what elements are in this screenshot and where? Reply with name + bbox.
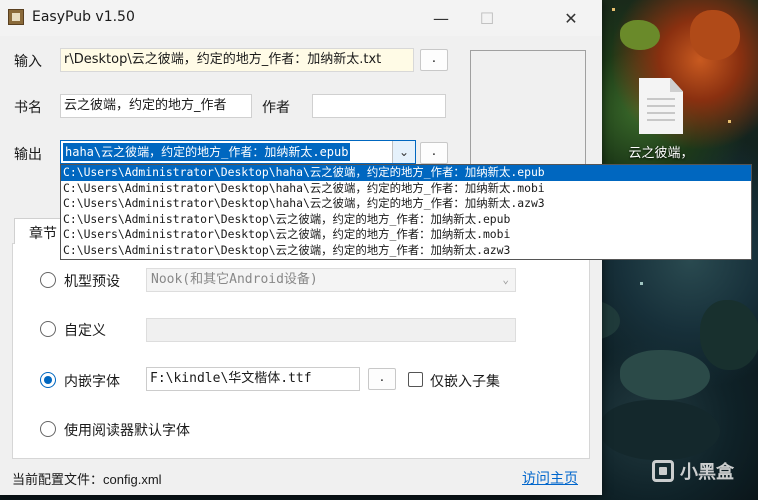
output-browse-button[interactable]: . (420, 142, 448, 164)
watermark-text: 小黑盒 (680, 462, 734, 483)
text-file-icon (639, 78, 683, 134)
custom-field[interactable] (146, 318, 516, 342)
close-button[interactable]: ✕ (548, 0, 594, 36)
window-title: EasyPub v1.50 (32, 9, 135, 25)
dropdown-item[interactable]: C:\Users\Administrator\Desktop\haha\云之彼端… (61, 196, 751, 212)
dropdown-item[interactable]: C:\Users\Administrator\Desktop\云之彼端，约定的地… (61, 212, 751, 228)
bg-leaf (620, 20, 660, 50)
output-combobox-value: haha\云之彼端，约定的地方_作者：加纳新太.epub (63, 143, 351, 161)
watermark-logo-icon (652, 460, 674, 482)
input-label: 输入 (14, 54, 42, 70)
watermark: 小黑盒 (652, 458, 734, 484)
device-preset-value: Nook(和其它Android设备) (151, 272, 318, 287)
embed-font-label: 内嵌字体 (64, 374, 120, 390)
config-value: config.xml (103, 472, 162, 487)
device-preset-label: 机型预设 (64, 274, 120, 290)
title-label: 书名 (14, 100, 42, 116)
title-field[interactable]: 云之彼端，约定的地方_作者 (60, 94, 252, 118)
embed-font-radio[interactable] (40, 372, 56, 388)
output-combobox[interactable]: haha\云之彼端，约定的地方_作者：加纳新太.epub ⌄ (60, 140, 416, 164)
app-icon (8, 9, 24, 25)
status-bar: 当前配置文件：config.xml (12, 469, 162, 488)
author-label: 作者 (262, 100, 290, 116)
dropdown-item[interactable]: C:\Users\Administrator\Desktop\haha\云之彼端… (61, 181, 751, 197)
input-path-value: r\Desktop\云之彼端，约定的地方_作者：加纳新太.txt (64, 52, 382, 67)
embed-font-field[interactable]: F:\kindle\华文楷体.ttf (146, 367, 360, 391)
device-preset-select[interactable]: Nook(和其它Android设备) ⌄ (146, 268, 516, 292)
desktop-file-icon[interactable]: 云之彼端， (616, 78, 706, 161)
custom-radio[interactable] (40, 321, 56, 337)
maximize-button[interactable]: ☐ (464, 0, 510, 36)
device-preset-radio[interactable] (40, 272, 56, 288)
output-dropdown-list: C:\Users\Administrator\Desktop\haha\云之彼端… (60, 164, 752, 260)
chevron-down-icon: ⌄ (502, 273, 509, 286)
output-label: 输出 (14, 147, 42, 163)
homepage-link[interactable]: 访问主页 (522, 468, 578, 488)
title-bar[interactable]: EasyPub v1.50 — ☐ ✕ (0, 0, 602, 36)
input-browse-button[interactable]: . (420, 49, 448, 71)
easypub-window: EasyPub v1.50 — ☐ ✕ 输入 r\Desktop\云之彼端，约定… (0, 0, 752, 495)
font-browse-button[interactable]: . (368, 368, 396, 390)
minimize-button[interactable]: — (418, 0, 464, 36)
desktop-file-label: 云之彼端， (628, 146, 694, 161)
dropdown-item[interactable]: C:\Users\Administrator\Desktop\云之彼端，约定的地… (61, 243, 751, 259)
chevron-down-icon[interactable]: ⌄ (392, 141, 415, 163)
bg-speck (640, 282, 643, 285)
bg-leaf (690, 10, 740, 60)
author-field[interactable] (312, 94, 446, 118)
config-label: 当前配置文件： (12, 473, 104, 488)
default-font-label: 使用阅读器默认字体 (64, 423, 190, 439)
bg-leaf (700, 300, 758, 370)
bg-speck (728, 120, 731, 123)
custom-label: 自定义 (64, 323, 106, 339)
bg-speck (612, 8, 615, 11)
bg-leaf (600, 400, 720, 460)
tab-chapters[interactable]: 章节 (14, 218, 64, 244)
subset-checkbox[interactable] (408, 372, 423, 387)
dropdown-item[interactable]: C:\Users\Administrator\Desktop\haha\云之彼端… (61, 165, 751, 181)
subset-label: 仅嵌入子集 (430, 374, 500, 390)
dropdown-item[interactable]: C:\Users\Administrator\Desktop\云之彼端，约定的地… (61, 227, 751, 243)
default-font-radio[interactable] (40, 421, 56, 437)
input-path-field[interactable]: r\Desktop\云之彼端，约定的地方_作者：加纳新太.txt (60, 48, 414, 72)
bg-leaf (620, 350, 710, 400)
